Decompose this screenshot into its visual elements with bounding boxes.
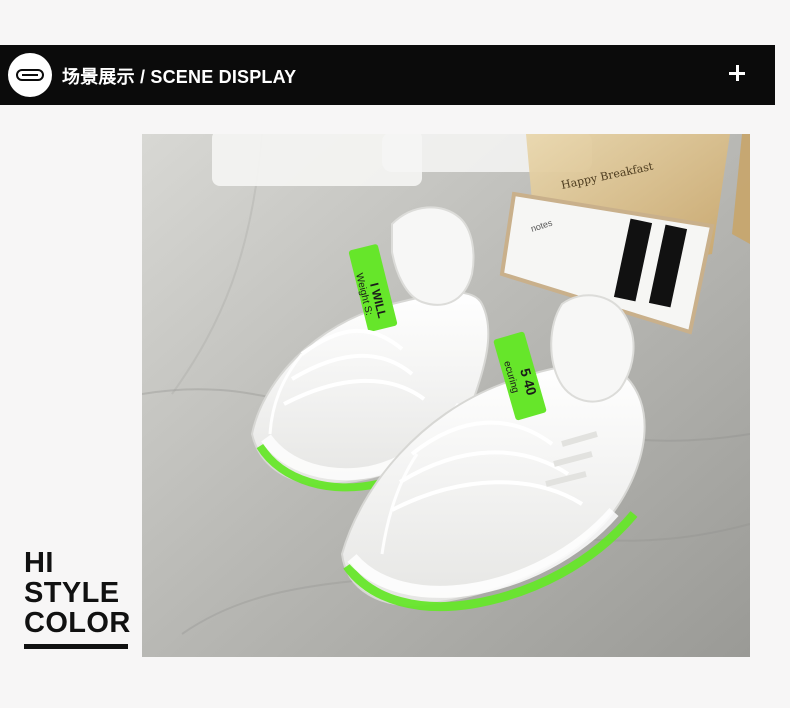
slogan-underline (24, 644, 128, 649)
slogan-line-1: HI (24, 547, 54, 579)
page-title: 场景展示 / SCENE DISPLAY (62, 67, 297, 87)
slogan-line-3: COLOR (24, 607, 131, 639)
pill-badge-shape (16, 69, 44, 81)
top-header-bar: 场景展示 / SCENE DISPLAY (0, 45, 775, 105)
scene-photo: Happy Breakfast notes I WILL Weight S: 5… (142, 134, 750, 657)
side-slogan: HI STYLE COLOR (24, 548, 131, 638)
slogan-line-2: STYLE (24, 577, 120, 609)
pill-badge-icon (8, 53, 52, 97)
plus-icon[interactable] (723, 59, 751, 87)
